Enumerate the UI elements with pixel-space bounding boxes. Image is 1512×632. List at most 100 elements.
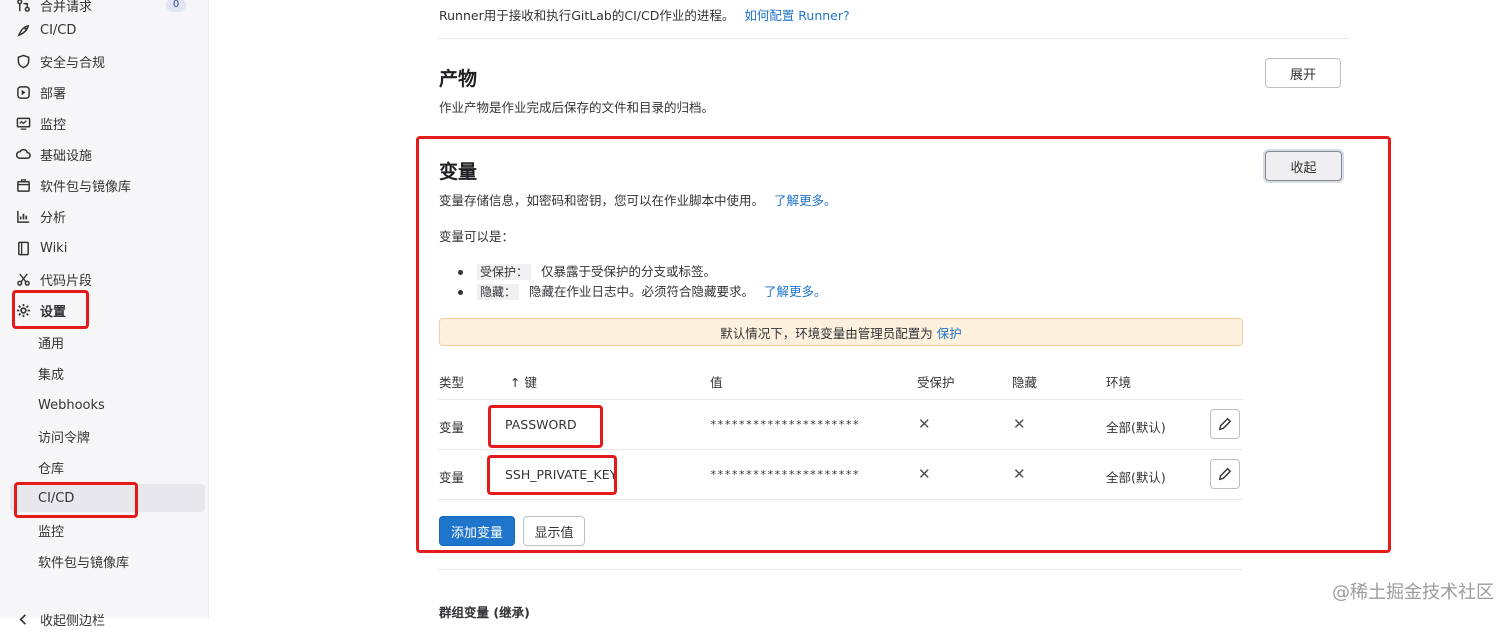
sidebar-item-snippets[interactable]: 代码片段 — [10, 266, 204, 292]
package-icon — [14, 176, 32, 194]
reveal-values-button[interactable]: 显示值 — [523, 516, 585, 546]
row2-type: 变量 — [439, 470, 465, 485]
pencil-icon — [1218, 417, 1232, 431]
sidebar-subitem-packages[interactable]: 软件包与镜像库 — [10, 547, 205, 575]
row1-environment: 全部(默认) — [1106, 420, 1166, 435]
sidebar-item-infrastructure[interactable]: 基础设施 — [10, 141, 204, 167]
sidebar-subitem-cicd[interactable]: CI/CD — [10, 484, 205, 512]
collapse-icon — [14, 610, 32, 628]
sidebar-item-label: 合并请求 — [40, 0, 93, 15]
sidebar-item-label: Wiki — [40, 240, 68, 256]
row1-protected-x-icon: ✕ — [918, 415, 931, 433]
sidebar-subitem-access-tokens[interactable]: 访问令牌 — [10, 422, 205, 450]
sidebar-item-label: 分析 — [40, 210, 67, 226]
col-type: 类型 — [439, 375, 465, 390]
learn-more-link[interactable]: 了解更多。 — [774, 193, 837, 208]
runner-text: Runner用于接收和执行GitLab的CI/CD作业的进程。 — [439, 8, 735, 23]
row1-type: 变量 — [439, 420, 465, 435]
expand-button[interactable]: 展开 — [1265, 58, 1341, 88]
count-badge: 0 — [166, 0, 186, 12]
row2-edit-button[interactable] — [1210, 459, 1240, 489]
rocket-icon — [14, 21, 32, 39]
col-environment: 环境 — [1106, 375, 1132, 390]
row2-key: SSH_PRIVATE_KEY — [505, 467, 618, 482]
collapse-button[interactable]: 收起 — [1265, 151, 1342, 181]
scissors-icon — [14, 270, 32, 288]
runner-config-link[interactable]: 如何配置 Runner? — [744, 8, 849, 23]
sidebar-item-merge-requests[interactable]: 合并请求 0 — [10, 0, 204, 18]
alert-protected-link[interactable]: 保护 — [937, 323, 962, 342]
bullet-protected: 受保护： 仅暴露于受保护的分支或标签。 — [458, 261, 716, 280]
sidebar-item-label: 代码片段 — [40, 273, 93, 289]
cloud-icon — [14, 145, 32, 163]
sidebar: 合并请求 0 CI/CD 安全与合规 部署 监控 基础设施 软件包与镜像库 分析… — [0, 0, 209, 629]
sidebar-item-settings[interactable]: 设置 — [10, 297, 204, 323]
deploy-icon — [14, 83, 32, 101]
sidebar-subitem-integrations[interactable]: 集成 — [10, 359, 205, 387]
variables-title: 变量 — [439, 161, 478, 183]
add-variable-button[interactable]: 添加变量 — [439, 516, 515, 546]
sidebar-item-security[interactable]: 安全与合规 — [10, 48, 204, 74]
row2-protected-x-icon: ✕ — [918, 465, 931, 483]
chart-icon — [14, 207, 32, 225]
sidebar-item-wiki[interactable]: Wiki — [10, 235, 204, 261]
pencil-icon — [1218, 467, 1232, 481]
merge-request-icon — [14, 0, 32, 14]
sidebar-item-label: 收起侧边栏 — [40, 613, 106, 629]
row1-edit-button[interactable] — [1210, 409, 1240, 439]
sidebar-item-label: 监控 — [40, 117, 67, 133]
collapse-sidebar-button[interactable]: 收起侧边栏 — [10, 606, 204, 632]
row2-value: ********************* — [710, 468, 860, 481]
protected-alert: 默认情况下，环境变量由管理员配置为 保护 — [439, 318, 1243, 346]
watermark: @稀土掘金技术社区 — [1332, 582, 1494, 603]
table-divider — [439, 399, 1243, 400]
bullet-dot — [458, 270, 463, 275]
sidebar-item-label: 部署 — [40, 86, 67, 102]
book-icon — [14, 239, 32, 257]
row2-masked-x-icon: ✕ — [1013, 465, 1026, 483]
variables-desc-text: 变量存储信息，如密码和密钥，您可以在作业脚本中使用。 — [439, 193, 765, 208]
runner-description: Runner用于接收和执行GitLab的CI/CD作业的进程。 如何配置 Run… — [439, 5, 850, 24]
col-protected: 受保护 — [917, 375, 955, 390]
row-divider — [439, 449, 1243, 450]
row1-key: PASSWORD — [505, 417, 577, 432]
sidebar-item-label: 基础设施 — [40, 148, 93, 164]
bullet-dot — [458, 290, 463, 295]
group-variables-title: 群组变量 (继承) — [439, 605, 530, 620]
sidebar-item-label: 软件包与镜像库 — [40, 179, 132, 195]
artifacts-title: 产物 — [439, 68, 478, 90]
row-divider — [439, 499, 1243, 500]
sidebar-subitem-repository[interactable]: 仓库 — [10, 453, 205, 481]
variables-can-be: 变量可以是： — [439, 229, 515, 244]
shield-icon — [14, 52, 32, 70]
sidebar-subitem-webhooks[interactable]: Webhooks — [10, 391, 205, 419]
row1-masked-x-icon: ✕ — [1013, 415, 1026, 433]
variables-description: 变量存储信息，如密码和密钥，您可以在作业脚本中使用。 了解更多。 — [439, 190, 837, 209]
divider — [439, 38, 1349, 39]
col-value: 值 — [710, 375, 723, 390]
row1-value: ********************* — [710, 418, 860, 431]
artifacts-description: 作业产物是作业完成后保存的文件和目录的归档。 — [439, 100, 715, 115]
masked-learn-more-link[interactable]: 了解更多。 — [764, 284, 827, 299]
col-masked: 隐藏 — [1012, 375, 1038, 390]
masked-term: 隐藏： — [477, 284, 520, 300]
alert-text: 默认情况下，环境变量由管理员配置为 — [720, 325, 933, 341]
protected-text: 仅暴露于受保护的分支或标签。 — [541, 264, 717, 279]
gear-icon — [14, 301, 32, 319]
row2-environment: 全部(默认) — [1106, 470, 1166, 485]
sidebar-item-label: 设置 — [40, 304, 67, 320]
sidebar-subitem-monitor[interactable]: 监控 — [10, 516, 205, 544]
sidebar-subitem-general[interactable]: 通用 — [10, 328, 205, 356]
bullet-masked: 隐藏： 隐藏在作业日志中。必须符合隐藏要求。 了解更多。 — [458, 281, 827, 300]
sidebar-item-cicd[interactable]: CI/CD — [10, 17, 204, 43]
sidebar-item-label: CI/CD — [40, 22, 77, 38]
sidebar-item-analytics[interactable]: 分析 — [10, 203, 204, 229]
protected-term: 受保护： — [477, 264, 532, 280]
divider — [439, 569, 1243, 570]
sidebar-item-monitor[interactable]: 监控 — [10, 110, 204, 136]
sidebar-item-packages[interactable]: 软件包与镜像库 — [10, 172, 204, 198]
masked-text: 隐藏在作业日志中。必须符合隐藏要求。 — [529, 284, 755, 299]
monitor-icon — [14, 114, 32, 132]
col-key[interactable]: ↑ 键 — [510, 372, 537, 391]
sidebar-item-deploy[interactable]: 部署 — [10, 79, 204, 105]
